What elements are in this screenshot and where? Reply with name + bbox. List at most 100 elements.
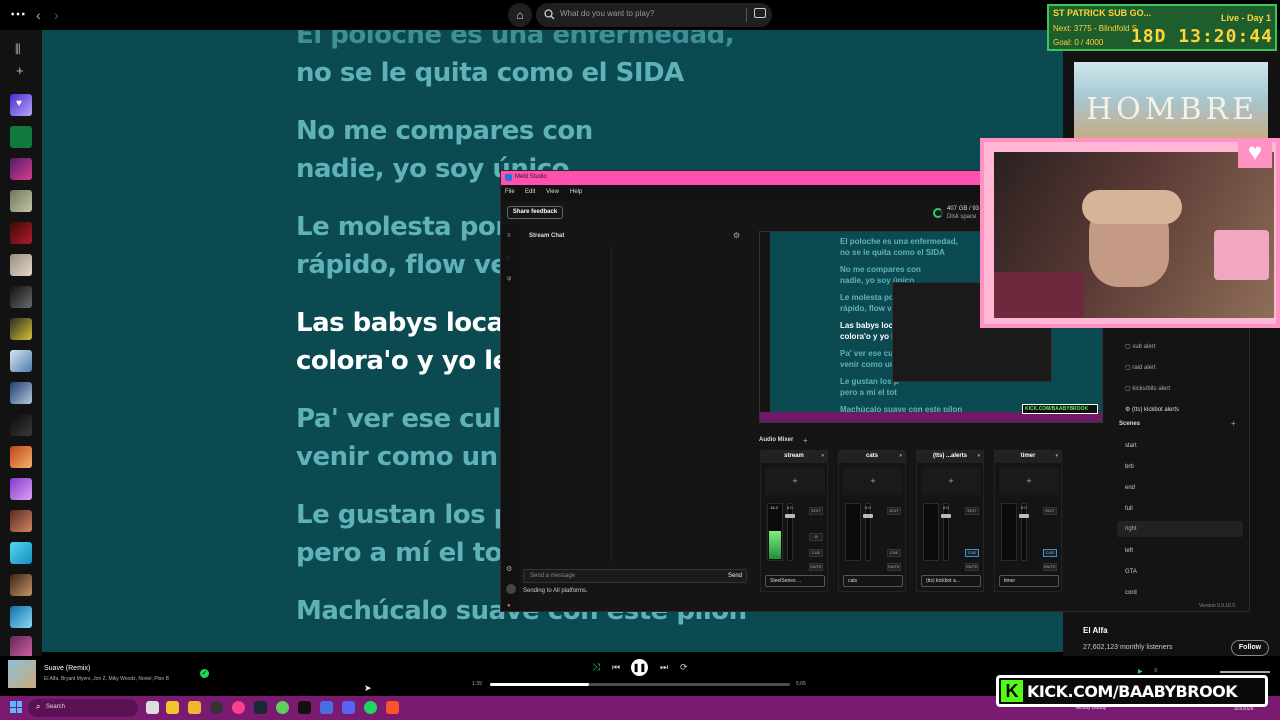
audio-source-select[interactable]: (tts) kickbot a... — [921, 575, 981, 587]
windows-start-icon[interactable] — [10, 701, 22, 713]
playlist-thumb[interactable] — [10, 350, 32, 372]
lyric-line-active[interactable]: Las babys loca — [296, 304, 504, 342]
playlist-thumb[interactable] — [10, 574, 32, 596]
progress-bar[interactable] — [490, 683, 790, 686]
layer-item[interactable]: ▢ kicks/bits alert — [1125, 385, 1170, 392]
sticky-notes-icon[interactable] — [166, 701, 179, 714]
audio-source-select[interactable]: timer — [999, 575, 1059, 587]
playlist-thumb[interactable] — [10, 606, 32, 628]
pause-button[interactable]: ❚❚ — [631, 659, 648, 676]
taskview-icon[interactable] — [146, 701, 159, 714]
volume-fader[interactable] — [1019, 503, 1029, 561]
tiktok-icon[interactable] — [298, 701, 311, 714]
add-audio-icon[interactable]: + — [803, 436, 808, 445]
layer-item[interactable]: ▢ raid alert — [1125, 364, 1156, 371]
fader-knob[interactable] — [941, 514, 951, 518]
scene-item[interactable]: GTA — [1125, 569, 1137, 575]
lyric-line[interactable]: Le molesta por — [296, 208, 508, 246]
repeat-icon[interactable]: ⟳ — [680, 662, 688, 673]
add-filter-button[interactable]: + — [999, 467, 1059, 495]
settings-icon[interactable]: ⚙ — [506, 565, 512, 573]
meld-app-icon[interactable] — [320, 701, 333, 714]
menu-dots-icon[interactable]: ⋯ — [10, 0, 26, 30]
scene-item[interactable]: brb — [1125, 464, 1134, 470]
lyric-line[interactable]: Le gustan los p — [296, 496, 512, 534]
chat-icon[interactable]: ◌ — [506, 255, 510, 262]
queue-icon[interactable]: ≡ — [1154, 668, 1158, 674]
fader-knob[interactable] — [863, 514, 873, 518]
scene-item-active[interactable]: right — [1117, 521, 1243, 537]
album-art[interactable] — [8, 660, 36, 688]
audio-source-select[interactable]: SteelSeries ... — [765, 575, 825, 587]
obs-icon[interactable] — [210, 701, 223, 714]
back-arrow-icon[interactable]: ‹ — [36, 0, 41, 30]
volume-fader[interactable] — [941, 503, 951, 561]
link-icon[interactable]: ⊘ — [809, 533, 823, 541]
menu-file[interactable]: File — [505, 189, 515, 195]
add-filter-button[interactable]: + — [765, 467, 825, 495]
cue-button[interactable]: CUE — [887, 549, 901, 557]
playlist-thumb[interactable] — [10, 254, 32, 276]
artist-name[interactable]: El Alfa — [1083, 626, 1108, 635]
scene-item[interactable]: end — [1125, 485, 1135, 491]
layer-item[interactable]: ⚙ (tts) kickbot alerts — [1125, 406, 1179, 413]
scene-item[interactable]: cord — [1125, 590, 1137, 596]
browse-icon[interactable] — [754, 8, 766, 18]
volume-slider[interactable] — [1220, 671, 1270, 673]
track-header[interactable]: stream ▾ — [761, 451, 827, 463]
playlist-thumb[interactable] — [10, 158, 32, 180]
lyric-line[interactable]: Pa' ver ese culo — [296, 400, 518, 438]
lyric-line-active[interactable]: colora'o y yo le — [296, 342, 510, 380]
mute-button[interactable]: MUTE — [809, 563, 823, 571]
track-header[interactable]: (tts) ...alerts ▾ — [917, 451, 983, 463]
steam-icon[interactable] — [254, 701, 267, 714]
playlist-thumb[interactable] — [10, 478, 32, 500]
search-input[interactable]: What do you want to play? — [536, 3, 772, 27]
xbox-icon[interactable] — [276, 701, 289, 714]
edit-button[interactable]: EDIT — [809, 507, 823, 515]
spotify-icon[interactable] — [364, 701, 377, 714]
playlist-thumb[interactable] — [10, 542, 32, 564]
volume-fader[interactable] — [863, 503, 873, 561]
home-button[interactable]: ⌂ — [508, 3, 532, 27]
playlist-thumb[interactable] — [10, 414, 32, 436]
mute-button[interactable]: MUTE — [1043, 563, 1057, 571]
add-filter-button[interactable]: + — [843, 467, 903, 495]
menu-view[interactable]: View — [546, 189, 559, 195]
scene-item[interactable]: start — [1125, 443, 1137, 449]
library-icon[interactable]: ⫼ — [15, 42, 21, 57]
add-filter-button[interactable]: + — [921, 467, 981, 495]
chat-settings-icon[interactable]: ⚙ — [733, 231, 740, 240]
audio-source-select[interactable]: cats — [843, 575, 903, 587]
share-feedback-button[interactable]: Share feedback — [507, 206, 563, 219]
track-title[interactable]: Suave (Remix) — [44, 665, 90, 672]
discord-icon[interactable] — [342, 701, 355, 714]
playlist-thumb[interactable] — [10, 318, 32, 340]
file-explorer-icon[interactable] — [188, 701, 201, 714]
layers-icon[interactable]: ≡ — [507, 233, 511, 239]
lyric-line[interactable]: venir como un r — [296, 438, 519, 476]
playlist-thumb[interactable] — [10, 636, 32, 658]
layer-item[interactable]: ▢ sub alert — [1125, 343, 1155, 350]
brave-icon[interactable] — [386, 701, 399, 714]
previous-icon[interactable]: ⏮ — [612, 662, 620, 673]
taskbar-search[interactable]: ⌕ Search — [28, 699, 138, 717]
cue-button[interactable]: CUE — [809, 549, 823, 557]
lyric-line[interactable]: No me compares con — [296, 112, 593, 150]
app-icon[interactable] — [232, 701, 245, 714]
lyric-line[interactable]: El poloche es una enfermedad, — [296, 30, 735, 54]
mute-button[interactable]: MUTE — [887, 563, 901, 571]
fader-knob[interactable] — [785, 514, 795, 518]
lyric-line[interactable]: no se le quita como el SIDA — [296, 54, 684, 92]
track-header[interactable]: cats ▾ — [839, 451, 905, 463]
volume-fader[interactable] — [785, 503, 795, 561]
next-icon[interactable]: ⏭ — [660, 662, 668, 673]
shuffle-icon[interactable]: ⤨ — [592, 662, 600, 673]
edit-button[interactable]: EDIT — [965, 507, 979, 515]
menu-help[interactable]: Help — [570, 189, 582, 195]
playlist-thumb[interactable] — [10, 190, 32, 212]
playlist-thumb[interactable] — [10, 510, 32, 532]
mute-button[interactable]: MUTE — [965, 563, 979, 571]
forward-arrow-icon[interactable]: › — [54, 0, 59, 30]
plus-icon[interactable]: + — [16, 63, 24, 78]
